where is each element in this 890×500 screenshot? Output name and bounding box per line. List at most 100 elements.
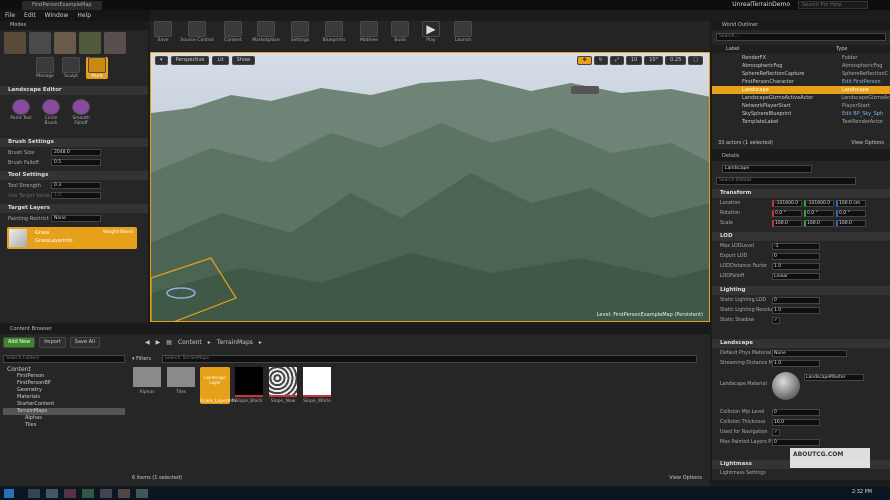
scale-icon[interactable]: ⤢	[609, 56, 624, 65]
content-button[interactable]: Content	[220, 21, 246, 51]
viewport[interactable]: ▾ Perspective Lit Show ✥ ↻ ⤢ 10 10° 0.25…	[150, 52, 710, 322]
foliage-mode-icon[interactable]	[79, 32, 101, 54]
start-icon[interactable]	[4, 489, 14, 498]
property-value[interactable]: 0	[772, 253, 820, 260]
tree-item-selected[interactable]: TerrainMaps	[3, 408, 125, 415]
tree-item[interactable]: Materials	[3, 394, 125, 401]
tree-item[interactable]: Tiles	[3, 422, 125, 429]
paint-tool-button[interactable]: Paint Tool	[10, 99, 32, 126]
property-value[interactable]: 1.0	[772, 263, 820, 270]
add-new-button[interactable]: Add New	[3, 337, 36, 348]
lod-header[interactable]: LOD	[712, 232, 890, 241]
asset-tile[interactable]: Slope_Black	[234, 367, 264, 404]
matinee-button[interactable]: Matinee	[354, 21, 384, 51]
location-z[interactable]: 100.0 cm	[836, 200, 866, 207]
content-browser-tab[interactable]: Content Browser	[0, 325, 710, 334]
navigation-checkbox[interactable]: ✓	[772, 429, 780, 436]
landscape-mode-icon[interactable]	[54, 32, 76, 54]
geometry-mode-icon[interactable]	[104, 32, 126, 54]
level-tab[interactable]: FirstPersonExampleMap	[22, 1, 102, 10]
rotation-x[interactable]: 0.0 °	[772, 210, 802, 217]
asset-tile[interactable]: Slope_New	[268, 367, 298, 404]
list-item[interactable]: SphereReflectionCapture SphereReflectionC	[712, 70, 890, 78]
grid-snap-value[interactable]: 10	[625, 56, 643, 65]
marketplace-button[interactable]: Marketplace	[248, 21, 284, 51]
source-control-button[interactable]: Source Control	[176, 21, 218, 51]
asset-tile-selected[interactable]: Landscape Layer Grass_LayerInfo	[200, 367, 236, 404]
col-label[interactable]: Label	[726, 45, 740, 53]
blueprints-button[interactable]: Blueprints	[316, 21, 352, 51]
property-value[interactable]: Linear	[772, 273, 820, 280]
property-value[interactable]: 0	[772, 297, 820, 304]
list-item-selected[interactable]: Landscape Landscape	[712, 86, 890, 94]
scale-x[interactable]: 100.0	[772, 220, 802, 227]
filters-button[interactable]: ▾ Filters	[132, 355, 151, 363]
rotation-z[interactable]: 0.0 °	[836, 210, 866, 217]
play-button[interactable]: ▶ Play	[416, 21, 446, 51]
grass-layer-item[interactable]: Grass GrassLayerInfo Weight-Blend	[7, 227, 137, 249]
breadcrumb-content[interactable]: Content	[178, 338, 202, 348]
row-type-link[interactable]: Edit FirstPerson	[842, 78, 881, 86]
landscape-header[interactable]: Landscape	[712, 339, 890, 348]
scale-snap-value[interactable]: 0.25	[665, 56, 687, 65]
search-folders-input[interactable]: Search Folders	[3, 355, 125, 363]
outliner-search-input[interactable]: Search...	[716, 33, 886, 41]
list-item[interactable]: RenderFX Folder	[712, 54, 890, 62]
lightmass-settings-row[interactable]: Lightmass Settings	[720, 469, 890, 479]
tree-item[interactable]: Geometry	[3, 387, 125, 394]
location-x[interactable]: -101600.0	[772, 200, 802, 207]
perspective-button[interactable]: Perspective	[170, 56, 210, 65]
maximize-viewport-icon[interactable]: ▢	[688, 56, 703, 65]
app-icon[interactable]	[28, 489, 40, 498]
property-value[interactable]: 0	[772, 439, 820, 446]
paint-tab[interactable]: Paint	[86, 57, 108, 79]
tree-item[interactable]: FirstPersonBP	[3, 380, 125, 387]
tree-item[interactable]: Alphas	[3, 415, 125, 422]
back-icon[interactable]: ◀	[145, 338, 150, 348]
manage-tab[interactable]: Manage	[34, 57, 56, 79]
location-y[interactable]: -101600.0	[804, 200, 834, 207]
paint-mode-icon[interactable]	[29, 32, 51, 54]
app-icon[interactable]	[64, 489, 76, 498]
app-icon[interactable]	[82, 489, 94, 498]
use-target-field[interactable]: 1.0	[51, 192, 101, 199]
build-button[interactable]: Build	[386, 21, 414, 51]
menu-edit[interactable]: Edit	[24, 10, 36, 21]
target-layers-header[interactable]: Target Layers	[0, 204, 148, 213]
tool-settings-header[interactable]: Tool Settings	[0, 171, 148, 180]
tree-item[interactable]: FirstPerson	[3, 373, 125, 380]
material-thumbnail[interactable]	[772, 372, 800, 400]
show-button[interactable]: Show	[231, 56, 256, 65]
asset-tile[interactable]: Alphas	[132, 367, 162, 404]
scale-y[interactable]: 100.0	[804, 220, 834, 227]
launch-button[interactable]: Launch	[448, 21, 478, 51]
list-item[interactable]: LandscapeGizmoActiveActor LandscapeGizmoA…	[712, 94, 890, 102]
save-button[interactable]: Save	[152, 21, 174, 51]
help-search-input[interactable]: Search For Help	[798, 1, 868, 9]
brush-settings-header[interactable]: Brush Settings	[0, 138, 148, 147]
list-item[interactable]: AtmosphericFog AtmosphericFog	[712, 62, 890, 70]
world-outliner-tab[interactable]: World Outliner	[712, 21, 890, 30]
save-all-button[interactable]: Save All	[69, 337, 100, 348]
place-mode-icon[interactable]	[4, 32, 26, 54]
asset-tile[interactable]: Tiles	[166, 367, 196, 404]
tool-strength-field[interactable]: 0.3	[51, 182, 101, 189]
landscape-editor-header[interactable]: Landscape Editor	[0, 86, 148, 95]
brush-size-field[interactable]: 2048.0	[51, 149, 101, 156]
content-view-options[interactable]: View Options	[669, 475, 702, 481]
outliner-view-options[interactable]: View Options	[851, 140, 884, 146]
row-type-link[interactable]: Edit BP_Sky_Sph	[842, 110, 883, 118]
painting-restriction-dropdown[interactable]: None	[51, 215, 101, 222]
transform-header[interactable]: Transform	[712, 189, 890, 198]
asset-tile[interactable]: Slope_White	[302, 367, 332, 404]
lit-button[interactable]: Lit	[212, 56, 229, 65]
property-value[interactable]: 1.0	[772, 307, 820, 314]
list-item[interactable]: NetworkPlayerStart PlayerStart	[712, 102, 890, 110]
tree-item[interactable]: Content	[3, 366, 125, 373]
list-item[interactable]: SkySphereBlueprint Edit BP_Sky_Sph	[712, 110, 890, 118]
property-value[interactable]: 16.0	[772, 419, 820, 426]
modes-tab[interactable]: Modes	[0, 21, 148, 30]
property-value[interactable]: 1.0	[772, 360, 820, 367]
brush-falloff-field[interactable]: 0.5	[51, 159, 101, 166]
menu-window[interactable]: Window	[45, 10, 69, 21]
